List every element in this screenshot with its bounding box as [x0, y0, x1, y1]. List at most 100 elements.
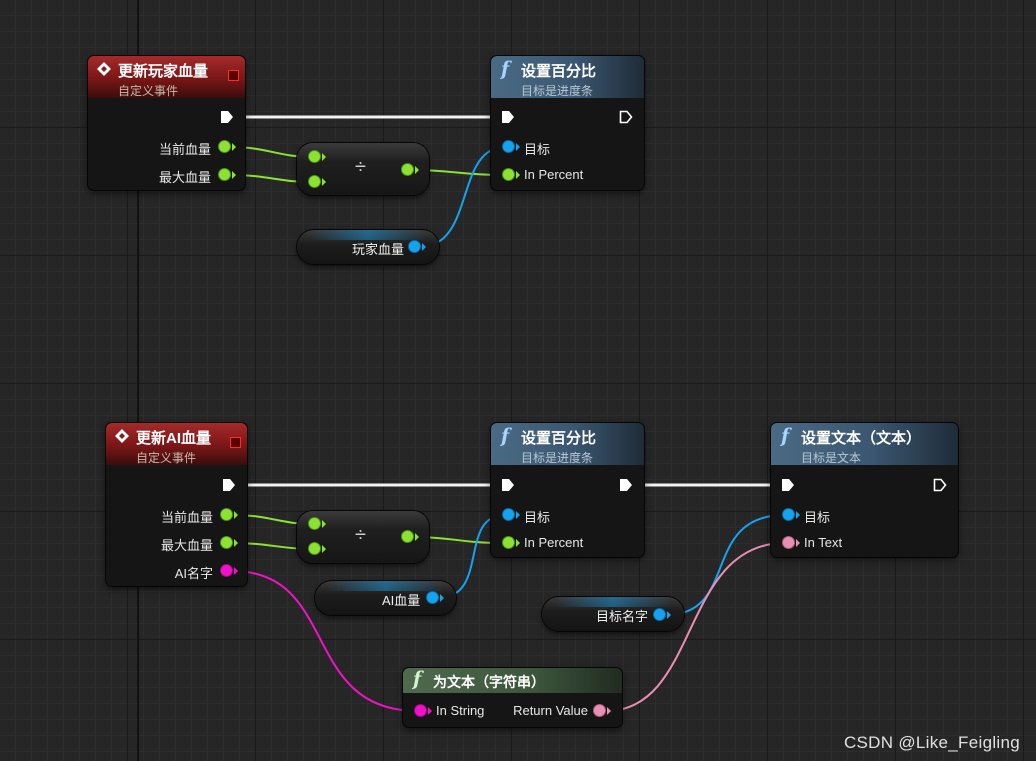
pin-arrow-icon — [322, 178, 326, 186]
exec-in-pin-icon[interactable] — [501, 478, 515, 492]
function-node-header[interactable]: f 设置百分比 目标是进度条 — [491, 423, 644, 465]
pin-label-ai-name: AI名字 — [174, 566, 213, 581]
function-node-set-text[interactable]: f 设置文本（文本） 目标是文本 目标 In Text — [771, 423, 958, 557]
float-in-pin[interactable] — [309, 543, 320, 554]
pin-arrow-icon — [232, 171, 236, 179]
exec-out-pin-icon[interactable] — [619, 478, 633, 492]
pin-label-current-health: 当前血量 — [158, 142, 211, 157]
variable-label: AI血量 — [382, 593, 421, 608]
variable-label: 玩家血量 — [352, 242, 405, 257]
event-diamond-icon — [97, 62, 111, 76]
pin-label-in-percent: In Percent — [524, 167, 584, 182]
pin-arrow-icon — [415, 166, 419, 174]
function-node-title: 设置百分比 — [521, 430, 597, 447]
divide-node[interactable]: ÷ — [297, 143, 429, 195]
function-icon: f — [781, 425, 790, 447]
function-node-header[interactable]: f 设置百分比 目标是进度条 — [491, 56, 644, 98]
event-node-subtitle: 自定义事件 — [136, 451, 197, 465]
pin-label-in-string: In String — [436, 703, 485, 718]
function-node-set-percent[interactable]: f 设置百分比 目标是进度条 目标 In Percent — [491, 56, 644, 190]
pin-arrow-icon — [607, 707, 611, 715]
breakpoint-icon[interactable] — [228, 70, 239, 81]
function-node-subtitle: 目标是进度条 — [521, 451, 594, 465]
text-in-pin[interactable] — [783, 537, 794, 548]
pin-arrow-icon — [322, 153, 326, 161]
pin-arrow-icon — [422, 243, 426, 251]
float-in-pin[interactable] — [309, 151, 320, 162]
object-in-pin[interactable] — [503, 141, 514, 152]
function-node-set-percent[interactable]: f 设置百分比 目标是进度条 目标 In Percent — [491, 423, 644, 557]
object-out-pin[interactable] — [654, 609, 665, 620]
float-out-pin[interactable] — [221, 509, 232, 520]
object-in-pin[interactable] — [783, 509, 794, 520]
pin-label-target: 目标 — [524, 510, 551, 525]
pin-label-target: 目标 — [524, 142, 551, 157]
function-node-title: 设置百分比 — [521, 63, 597, 80]
pin-arrow-icon — [322, 545, 326, 553]
event-node-header[interactable]: 更新玩家血量 自定义事件 — [88, 56, 245, 98]
function-node-subtitle: 目标是文本 — [801, 451, 862, 465]
pin-arrow-icon — [234, 511, 238, 519]
function-icon: f — [501, 58, 510, 80]
object-wire[interactable] — [665, 514, 786, 616]
pin-arrow-icon — [234, 567, 238, 575]
variable-label: 目标名字 — [596, 609, 649, 624]
variable-node-player-health[interactable]: 玩家血量 — [297, 230, 439, 264]
pin-label-return-value: Return Value — [513, 703, 588, 718]
pin-label-in-text: In Text — [804, 535, 843, 550]
divide-node[interactable]: ÷ — [297, 511, 429, 563]
float-out-pin[interactable] — [221, 537, 232, 548]
pin-label-max-health: 最大血量 — [158, 170, 211, 185]
function-icon: f — [413, 668, 422, 690]
float-in-pin[interactable] — [309, 518, 320, 529]
pin-arrow-icon — [516, 143, 520, 151]
float-in-pin[interactable] — [309, 176, 320, 187]
watermark: CSDN @Like_Feigling — [843, 733, 1020, 752]
string-in-pin[interactable] — [415, 705, 426, 716]
float-in-pin[interactable] — [503, 169, 514, 180]
pin-label-in-percent: In Percent — [524, 535, 584, 550]
breakpoint-icon[interactable] — [230, 437, 241, 448]
pin-arrow-icon — [322, 520, 326, 528]
function-node-header[interactable]: f 设置文本（文本） 目标是文本 — [771, 423, 958, 465]
exec-out-pin-icon[interactable] — [220, 110, 234, 124]
object-out-pin[interactable] — [427, 592, 438, 603]
function-node-title: 为文本（字符串） — [433, 674, 545, 690]
function-node-to-text-string[interactable]: f 为文本（字符串） In String Return Value — [403, 668, 622, 727]
function-node-subtitle: 目标是进度条 — [521, 84, 594, 98]
event-node-header[interactable]: 更新AI血量 自定义事件 — [106, 423, 247, 465]
float-in-pin[interactable] — [503, 537, 514, 548]
float-out-pin[interactable] — [402, 531, 413, 542]
event-node-update-ai-health[interactable]: 更新AI血量 自定义事件 当前血量 最大血量 AI名字 — [106, 423, 247, 586]
event-diamond-icon — [115, 429, 129, 443]
function-node-title: 设置文本（文本） — [801, 430, 922, 447]
exec-in-pin-icon[interactable] — [501, 110, 515, 124]
exec-out-pin-icon[interactable] — [619, 110, 633, 124]
pin-label-max-health: 最大血量 — [160, 538, 213, 553]
divide-operator: ÷ — [355, 156, 366, 178]
pin-arrow-icon — [667, 611, 671, 619]
variable-node-ai-health[interactable]: AI血量 — [315, 581, 456, 615]
float-out-pin[interactable] — [402, 164, 413, 175]
pin-arrow-icon — [516, 511, 520, 519]
exec-in-pin-icon[interactable] — [781, 478, 795, 492]
float-out-pin[interactable] — [219, 141, 230, 152]
object-in-pin[interactable] — [503, 509, 514, 520]
pin-arrow-icon — [440, 594, 444, 602]
variable-node-target-name[interactable]: 目标名字 — [542, 597, 684, 631]
pin-arrow-icon — [796, 511, 800, 519]
text-out-pin[interactable] — [594, 705, 605, 716]
pin-arrow-icon — [232, 143, 236, 151]
event-node-update-player-health[interactable]: 更新玩家血量 自定义事件 当前血量 最大血量 — [88, 56, 245, 190]
pin-arrow-icon — [415, 533, 419, 541]
pure-function-node-header[interactable]: f 为文本（字符串） — [403, 668, 622, 693]
exec-out-pin-icon[interactable] — [222, 478, 236, 492]
exec-out-pin-icon[interactable] — [933, 478, 947, 492]
event-node-title: 更新玩家血量 — [118, 63, 209, 80]
pin-label-current-health: 当前血量 — [160, 510, 213, 525]
pin-arrow-icon — [234, 539, 238, 547]
string-out-pin[interactable] — [221, 565, 232, 576]
object-out-pin[interactable] — [409, 241, 420, 252]
float-out-pin[interactable] — [219, 169, 230, 180]
pin-arrow-icon — [796, 539, 800, 547]
